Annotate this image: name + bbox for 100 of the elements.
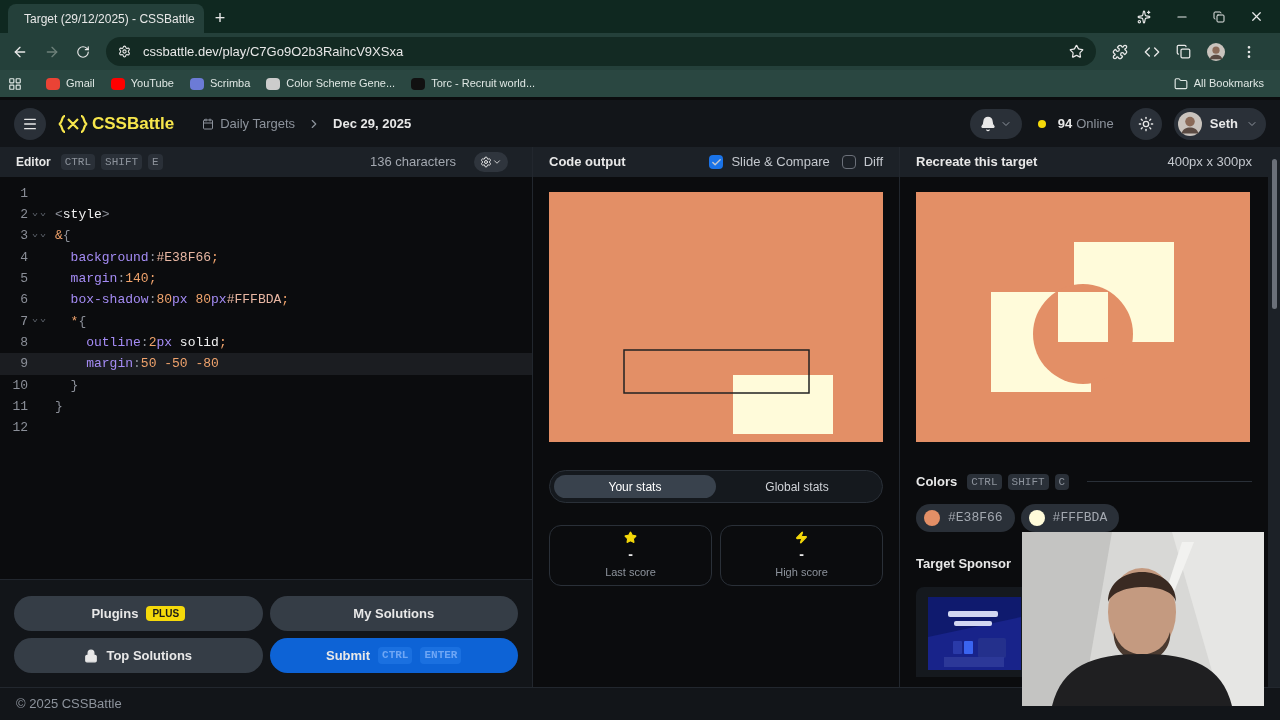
color-chip[interactable]: #FFFBDA <box>1020 503 1120 532</box>
bookmark-link[interactable]: Torc - Recruit world... <box>411 75 536 92</box>
bookmark-icon <box>411 77 426 90</box>
checkbox-label[interactable]: Slide & Compare <box>731 152 830 172</box>
footer-text: © 2025 CSSBattle <box>16 695 122 714</box>
folder-icon <box>1173 76 1188 91</box>
reload-icon[interactable] <box>76 44 90 59</box>
code-line: margin:140; <box>69 270 157 289</box>
bookmark-icon <box>189 77 204 90</box>
line-number: 2 <box>19 206 28 225</box>
stats-tab[interactable]: Global stats <box>716 475 878 498</box>
bookmark-icon <box>46 77 60 90</box>
online-label: Online <box>1076 114 1114 133</box>
stats-tab[interactable]: Your stats <box>554 475 716 498</box>
line-number: 1 <box>19 184 28 203</box>
bookmark-icon <box>266 77 281 90</box>
line-number: 7 <box>19 312 28 331</box>
code-line: <style> <box>55 206 110 225</box>
breadcrumb-current: Dec 29, 2025 <box>333 114 412 133</box>
star-icon <box>624 530 637 544</box>
new-tab-button[interactable]: + <box>204 4 236 33</box>
check-icon <box>710 156 722 168</box>
capture-icon[interactable] <box>1176 44 1191 59</box>
submit-button[interactable]: Submit CTRL ENTER <box>269 638 518 673</box>
bookmark-link[interactable]: YouTube <box>110 75 174 92</box>
caret-icon <box>492 157 502 167</box>
checkbox-label[interactable]: Diff <box>863 152 883 172</box>
score-label: High score <box>775 564 828 580</box>
shortcut-key: CTRL <box>378 647 413 664</box>
line-number: 11 <box>11 397 28 416</box>
logo[interactable]: CSSBattle <box>92 110 175 137</box>
score-label: Last score <box>605 564 656 580</box>
action-button[interactable]: Top Solutions <box>14 638 263 673</box>
bookmark-star-icon[interactable] <box>1069 44 1084 59</box>
online-count: 94 <box>1057 114 1073 133</box>
color-chip[interactable]: #E38F66 <box>916 503 1015 532</box>
tab-title: Target (29/12/2025) - CSSBattle <box>24 10 195 28</box>
user-menu[interactable]: Seth <box>1173 107 1266 140</box>
shortcut-key: C <box>1054 473 1070 490</box>
code-line: &{ <box>55 227 71 246</box>
bookmark-link[interactable]: Gmail <box>46 75 95 92</box>
checkbox[interactable] <box>709 155 724 169</box>
scrollbar-thumb[interactable] <box>1271 159 1277 309</box>
line-number: 12 <box>11 419 28 438</box>
logo-icon[interactable] <box>58 114 88 133</box>
target-size: 400px x 300px <box>1167 153 1252 172</box>
scrollbar[interactable] <box>1268 147 1280 687</box>
line-number: 4 <box>19 248 28 267</box>
panel-title: Code output <box>549 153 626 172</box>
sparkle-icon[interactable] <box>1137 9 1151 24</box>
avatar-icon <box>1177 111 1202 136</box>
code-line: box-shadow:80px 80px#FFFBDA; <box>69 291 290 310</box>
panel-title: Recreate this target <box>916 153 1038 172</box>
bookmark-link[interactable]: Scrimba <box>189 75 251 92</box>
avatar-icon <box>1207 42 1225 61</box>
apps-icon[interactable] <box>8 76 22 91</box>
bookmark-link[interactable]: Color Scheme Gene... <box>266 75 396 92</box>
url-text: cssbattle.dev/play/C7Go9O2b3RaihcV9XSxa <box>143 42 405 61</box>
checkbox[interactable] <box>841 155 856 169</box>
line-number: 9 <box>19 355 28 374</box>
plus-badge: PLUS <box>146 606 186 621</box>
menu-button[interactable] <box>14 107 46 140</box>
all-bookmarks-link[interactable]: All Bookmarks <box>1193 75 1272 92</box>
character-count: 136 characters <box>370 153 456 172</box>
line-number: 5 <box>19 270 28 289</box>
shortcut-key: ENTER <box>420 647 462 664</box>
sun-icon <box>1137 115 1154 132</box>
line-number: 6 <box>19 291 28 310</box>
code-line: } <box>69 376 79 395</box>
theme-button[interactable] <box>1129 107 1162 140</box>
restore-icon[interactable] <box>1213 10 1225 23</box>
bell-icon <box>979 115 996 132</box>
shortcut-key: SHIFT <box>1007 473 1049 490</box>
code-line: *{ <box>69 312 87 331</box>
shortcut-key: CTRL <box>60 153 96 171</box>
action-button[interactable]: Plugins PLUS <box>14 596 263 631</box>
settings-button[interactable] <box>474 152 508 172</box>
shortcut-key: E <box>148 153 163 171</box>
code-line: background:#E38F66; <box>69 248 219 267</box>
address-bar[interactable]: cssbattle.dev/play/C7Go9O2b3RaihcV9XSxa <box>106 37 1096 66</box>
breadcrumb-link[interactable]: Daily Targets <box>220 113 296 134</box>
panel-title: Editor <box>16 154 51 171</box>
bolt-icon <box>795 530 808 544</box>
shortcut-key: CTRL <box>967 473 1002 490</box>
section-title: Target Sponsor <box>916 554 1013 573</box>
notifications-button[interactable] <box>969 108 1022 139</box>
extensions-icon[interactable] <box>1112 43 1128 60</box>
section-title: Colors <box>916 473 958 491</box>
action-button[interactable]: My Solutions <box>269 596 518 631</box>
browser-tab[interactable]: Target (29/12/2025) - CSSBattle <box>8 4 204 33</box>
shortcut-key: SHIFT <box>101 153 143 171</box>
line-number: 3 <box>19 227 28 246</box>
bookmark-icon <box>110 77 125 90</box>
lock-icon <box>84 648 99 663</box>
line-number: 8 <box>19 333 28 352</box>
site-settings-icon[interactable] <box>118 45 131 58</box>
gear-icon <box>480 156 492 168</box>
close-icon[interactable] <box>1249 9 1264 24</box>
score-value: - <box>799 544 804 564</box>
score-value: - <box>628 544 633 564</box>
